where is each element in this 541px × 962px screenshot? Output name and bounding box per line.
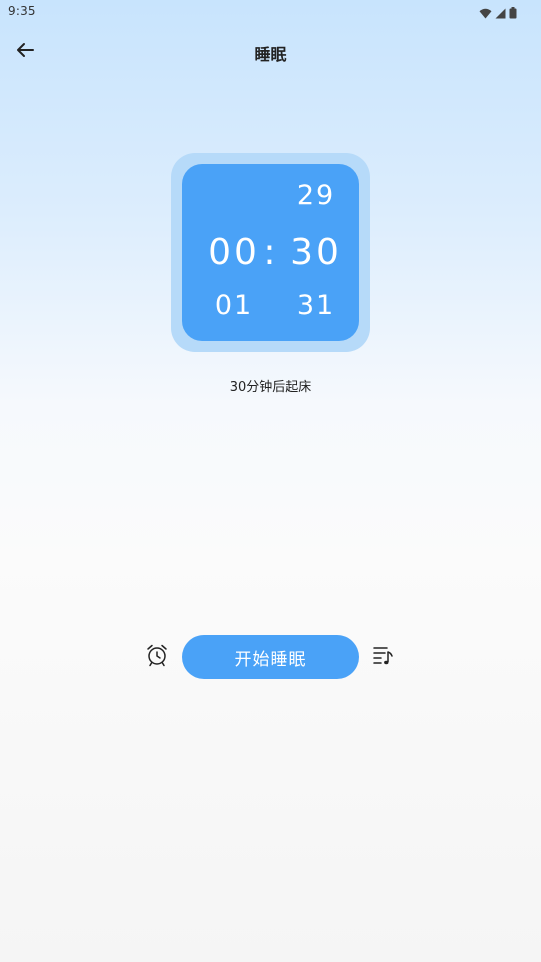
battery-icon <box>509 4 517 23</box>
time-picker-frame: 29 00 : 30 01 31 <box>171 153 370 352</box>
alarm-button[interactable] <box>143 643 171 671</box>
minute-previous[interactable]: 29 <box>288 180 344 211</box>
app-bar: 睡眠 <box>0 30 541 74</box>
status-time: 9:35 <box>8 4 36 18</box>
wake-up-caption: 30分钟后起床 <box>229 380 312 395</box>
start-sleep-button[interactable]: 开始睡眠 <box>182 635 359 679</box>
status-bar: 9:35 <box>0 0 541 24</box>
time-separator: : <box>263 232 279 273</box>
hour-selected[interactable]: 00 <box>204 232 264 273</box>
hour-next[interactable]: 01 <box>204 290 264 321</box>
status-icons <box>479 4 517 23</box>
cellular-signal-icon <box>495 4 506 23</box>
wifi-icon <box>479 4 492 23</box>
minute-next[interactable]: 31 <box>288 290 344 321</box>
alarm-clock-icon <box>145 643 169 671</box>
bottom-controls: 开始睡眠 <box>0 634 541 680</box>
page-title: 睡眠 <box>254 45 287 64</box>
music-playlist-icon <box>371 643 395 671</box>
music-button[interactable] <box>369 643 397 671</box>
minute-selected[interactable]: 30 <box>288 232 344 273</box>
time-picker[interactable]: 29 00 : 30 01 31 <box>182 164 359 341</box>
